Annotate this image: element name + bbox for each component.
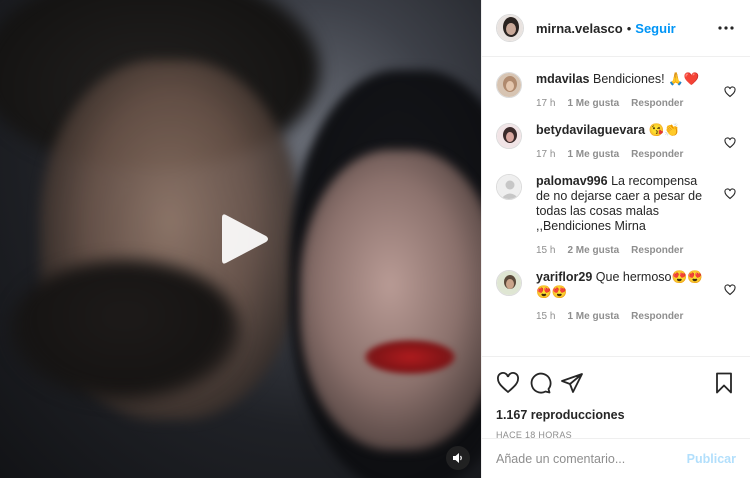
reply-button[interactable]: Responder — [631, 98, 683, 109]
comment-time[interactable]: 17 h — [536, 98, 555, 109]
reply-button[interactable]: Responder — [631, 311, 683, 322]
publish-button[interactable]: Publicar — [687, 452, 736, 466]
list-item: yariflor29 Que hermoso😍😍😍😍 15 h 1 Me gus… — [496, 256, 736, 322]
heart-icon[interactable] — [496, 371, 520, 395]
comment-text: Bendiciones! 🙏❤️ — [593, 72, 700, 86]
comment-input[interactable] — [496, 451, 687, 466]
separator-dot: • — [626, 20, 632, 36]
reply-button[interactable]: Responder — [631, 245, 683, 256]
avatar[interactable] — [496, 174, 522, 200]
follow-button[interactable]: Seguir — [635, 21, 675, 36]
share-icon[interactable] — [560, 371, 584, 395]
comment-username[interactable]: mdavilas — [536, 72, 590, 86]
post-panel: mirna.velasco • Seguir mdavilas Bendicio… — [481, 0, 750, 478]
avatar[interactable] — [496, 270, 522, 296]
comment-time[interactable]: 15 h — [536, 245, 555, 256]
heart-icon[interactable] — [724, 136, 736, 149]
more-icon[interactable] — [716, 26, 736, 30]
list-item: mdavilas Bendiciones! 🙏❤️ 17 h 1 Me gust… — [496, 58, 736, 109]
comment-text: 😘👏 — [648, 123, 680, 137]
video-frame-detail — [365, 340, 455, 374]
heart-icon[interactable] — [724, 85, 736, 98]
comment-username[interactable]: betydavilaguevara — [536, 123, 645, 137]
video-frame-detail — [10, 260, 240, 400]
comment-list[interactable]: mdavilas Bendiciones! 🙏❤️ 17 h 1 Me gust… — [482, 58, 750, 355]
video-player[interactable] — [0, 0, 481, 478]
view-count[interactable]: 1.167 reproducciones — [496, 408, 736, 422]
list-item: betydavilaguevara 😘👏 17 h 1 Me gusta Res… — [496, 109, 736, 160]
list-item: palomav996 La recompensa de no dejarse c… — [496, 160, 736, 256]
comment-likes[interactable]: 1 Me gusta — [567, 311, 619, 322]
comment-username[interactable]: yariflor29 — [536, 270, 592, 284]
comment-icon[interactable] — [528, 371, 552, 395]
bookmark-icon[interactable] — [712, 371, 736, 395]
avatar[interactable] — [496, 123, 522, 149]
comment-time[interactable]: 15 h — [536, 311, 555, 322]
video-frame-detail — [300, 150, 481, 450]
avatar[interactable] — [496, 14, 524, 42]
reply-button[interactable]: Responder — [631, 149, 683, 160]
heart-icon[interactable] — [724, 187, 736, 200]
avatar[interactable] — [496, 72, 522, 98]
post-actions: 1.167 reproducciones HACE 18 HORAS — [482, 356, 750, 440]
play-icon[interactable] — [216, 209, 272, 269]
post-username[interactable]: mirna.velasco — [536, 21, 623, 36]
heart-icon[interactable] — [724, 283, 736, 296]
comment-username[interactable]: palomav996 — [536, 174, 608, 188]
comment-likes[interactable]: 1 Me gusta — [567, 149, 619, 160]
post-header: mirna.velasco • Seguir — [482, 0, 750, 57]
comment-likes[interactable]: 1 Me gusta — [567, 98, 619, 109]
comment-likes[interactable]: 2 Me gusta — [567, 245, 619, 256]
volume-icon[interactable] — [446, 446, 470, 470]
comment-composer: Publicar — [482, 438, 750, 478]
comment-time[interactable]: 17 h — [536, 149, 555, 160]
